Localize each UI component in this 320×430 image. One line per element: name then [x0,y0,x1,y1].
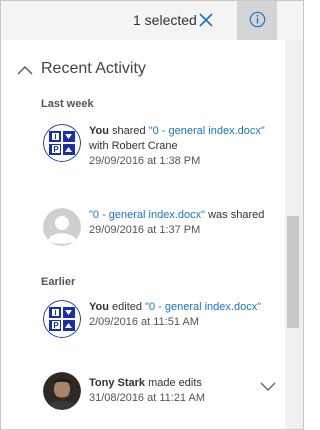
info-icon [249,11,266,28]
activity-actor: Tony Stark [89,377,146,389]
activity-timestamp: 29/09/2016 at 1:38 PM [89,155,201,167]
selection-toolbar: 1 selected [1,1,303,40]
ip-logo-avatar: I P [43,300,81,338]
activity-description: You edited "0 - general index.docx" 2/09… [89,300,279,330]
activity-action: shared [108,125,149,137]
file-link[interactable]: "0 - general index.docx" [145,301,261,313]
activity-description: You shared "0 - general index.docx" with… [89,124,279,169]
chevron-down-icon[interactable] [259,380,277,392]
panel-title: Recent Activity [41,60,146,77]
activity-action: edited [108,301,146,313]
activity-action-after: with Robert Crane [89,140,178,152]
vertical-scrollbar[interactable] [285,40,303,429]
close-icon[interactable] [197,11,215,29]
recent-activity-header[interactable]: Recent Activity [17,60,237,84]
chevron-up-icon [17,66,33,75]
svg-text:I: I [55,134,57,141]
activity-action-after: was shared [205,209,265,221]
selected-count: 1 selected [133,12,197,28]
svg-text:I: I [55,310,57,317]
activity-actor: You [89,125,109,137]
info-button[interactable] [237,1,277,40]
activity-timestamp: 29/09/2016 at 1:37 PM [89,224,201,236]
activity-pane: 1 selected Recent Activity Last week I P… [0,0,304,430]
group-heading: Last week [41,98,94,110]
activity-timestamp: 2/09/2016 at 11:51 AM [89,316,199,328]
activity-content: Recent Activity Last week I P You shared… [1,40,285,429]
svg-text:P: P [53,145,59,154]
activity-description: "0 - general index.docx" was shared 29/0… [89,208,279,238]
activity-description: Tony Stark made edits 31/08/2016 at 11:2… [89,376,279,406]
ip-logo-avatar: I P [43,124,81,162]
tony-stark-photo-avatar [43,372,81,410]
activity-actor: You [89,301,109,313]
scrollbar-thumb[interactable] [287,216,299,328]
svg-text:P: P [53,321,59,330]
generic-person-avatar [43,208,81,246]
activity-timestamp: 31/08/2016 at 11:21 AM [89,392,205,404]
activity-action: made edits [145,377,202,389]
file-link[interactable]: "0 - general index.docx" [149,125,265,137]
group-heading: Earlier [41,276,76,288]
file-link[interactable]: "0 - general index.docx" [89,209,205,221]
